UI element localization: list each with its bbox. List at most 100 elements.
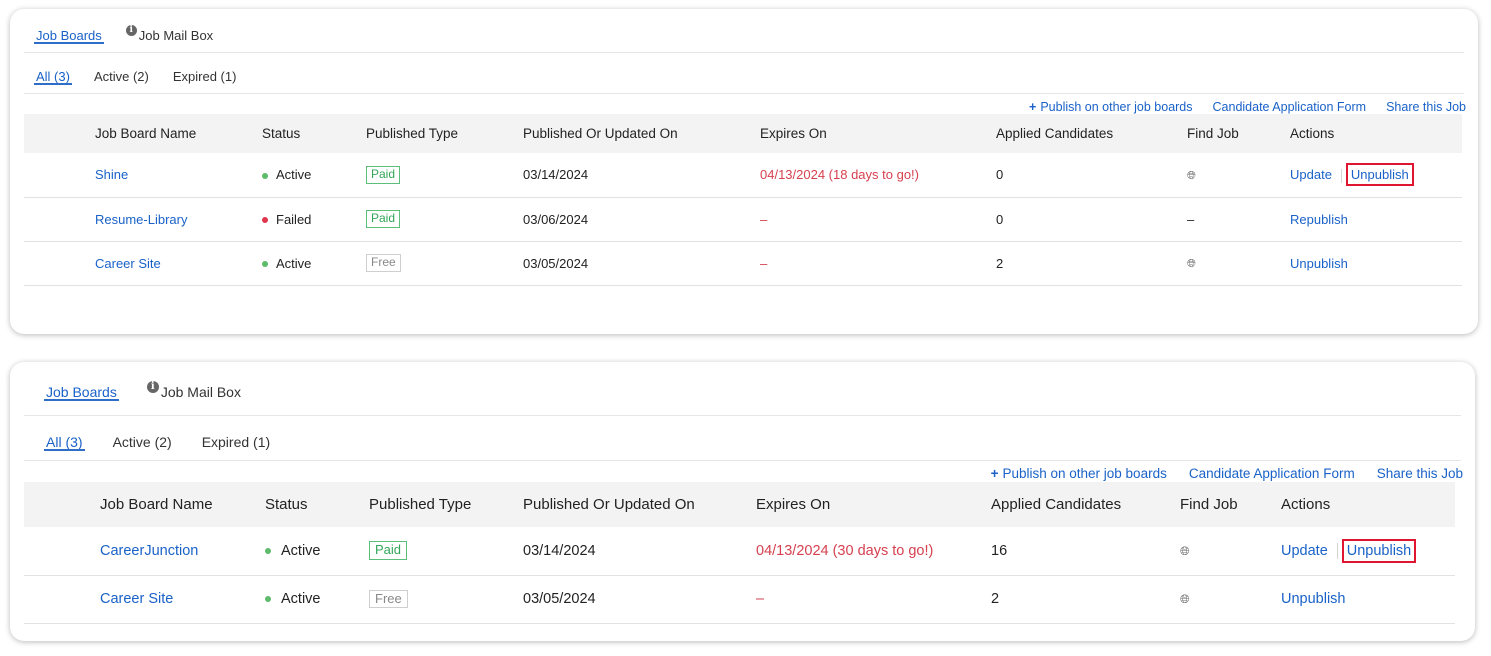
expires-on: –: [756, 575, 991, 624]
job-board-name-link[interactable]: Shine: [95, 167, 128, 182]
status-dot: [265, 547, 271, 554]
filter-tabs: All (3) Active (2) Expired (1): [24, 416, 1461, 461]
divider: [1336, 542, 1338, 559]
applied-candidates: 16: [991, 527, 1180, 576]
column-header: Published Type: [369, 482, 523, 527]
applied-candidates: 0: [996, 197, 1187, 242]
action-links: + Publish on other job boards Candidate A…: [969, 466, 1463, 481]
job-board-name-link[interactable]: CareerJunction: [100, 543, 198, 559]
column-header: Applied Candidates: [991, 482, 1180, 527]
divider: [1340, 168, 1342, 183]
column-header: Expires On: [756, 482, 991, 527]
table-header: Job Board Name Status Published Type Pub…: [24, 114, 1462, 153]
tab-job-boards[interactable]: Job Boards: [44, 384, 119, 401]
published-date: 03/14/2024: [523, 527, 756, 576]
tab-label: Job Mail Box: [138, 28, 214, 43]
published-date: 03/14/2024: [523, 153, 760, 198]
column-header: Actions: [1281, 482, 1455, 527]
column-header: Status: [265, 482, 369, 527]
status-dot: [262, 261, 268, 268]
top-tabs: Job Boards i Job Mail Box: [24, 9, 1464, 53]
share-job-link[interactable]: Share this Job: [1386, 100, 1466, 114]
published-type-badge: Paid: [366, 210, 401, 228]
table-header: Job Board Name Status Published Type Pub…: [24, 482, 1455, 527]
column-header: Job Board Name: [95, 114, 262, 153]
globe-icon[interactable]: 🌐︎: [1187, 258, 1196, 271]
tab-label: Job Mail Box: [160, 384, 241, 400]
candidate-application-form-link[interactable]: Candidate Application Form: [1189, 466, 1355, 481]
info-icon: i: [146, 381, 159, 393]
status-dot: [265, 596, 271, 603]
column-header: Status: [262, 114, 366, 153]
status-text: Active: [281, 591, 321, 607]
column-header: Published Or Updated On: [523, 482, 756, 527]
table-row: CareerJunction Active Paid 03/14/2024 04…: [24, 527, 1455, 576]
globe-icon[interactable]: 🌐︎: [1180, 544, 1190, 559]
filter-expired[interactable]: Expired (1): [202, 434, 270, 450]
status-text: Active: [276, 167, 312, 183]
table-row: Career Site Active Free 03/05/2024 – 2 🌐…: [24, 241, 1462, 286]
column-header: Applied Candidates: [996, 114, 1187, 153]
column-header: Find Job: [1187, 114, 1290, 153]
published-type-badge: Free: [369, 589, 408, 609]
filter-all[interactable]: All (3): [34, 69, 72, 85]
filter-tabs: All (3) Active (2) Expired (1): [24, 53, 1464, 94]
tab-job-boards[interactable]: Job Boards: [34, 28, 104, 44]
status-dot: [262, 217, 268, 224]
filter-all[interactable]: All (3): [44, 434, 85, 451]
column-header: Expires On: [760, 114, 996, 153]
table-row: Shine Active Paid 03/14/2024 04/13/2024 …: [24, 153, 1462, 198]
globe-icon[interactable]: 🌐︎: [1187, 170, 1196, 183]
unpublish-button[interactable]: Unpublish: [1341, 538, 1417, 563]
published-date: 03/06/2024: [523, 197, 760, 242]
unpublish-button[interactable]: Unpublish: [1290, 256, 1348, 271]
job-boards-panel-1: Job Boards i Job Mail Box All (3) Active …: [10, 9, 1478, 334]
status-dot: [262, 172, 268, 179]
share-job-link[interactable]: Share this Job: [1377, 466, 1463, 481]
filter-active[interactable]: Active (2): [113, 434, 172, 450]
job-board-name-link[interactable]: Resume-Library: [95, 212, 187, 227]
published-type-badge: Free: [366, 254, 401, 272]
publish-other-boards-link[interactable]: + Publish on other job boards: [991, 466, 1167, 481]
plus-icon: +: [1029, 100, 1037, 114]
expires-on: 04/13/2024 (18 days to go!): [760, 153, 996, 198]
job-boards-table: Job Board Name Status Published Type Pub…: [24, 114, 1462, 286]
table-row: Career Site Active Free 03/05/2024 – 2 🌐…: [24, 575, 1455, 624]
tab-job-mail-box[interactable]: i Job Mail Box: [146, 381, 241, 400]
expires-on: –: [760, 197, 996, 242]
info-icon: i: [125, 25, 137, 36]
applied-candidates: 0: [996, 153, 1187, 198]
published-date: 03/05/2024: [523, 241, 760, 286]
job-board-name-link[interactable]: Career Site: [95, 256, 161, 271]
tab-job-mail-box[interactable]: i Job Mail Box: [125, 25, 214, 43]
status-text: Active: [281, 542, 321, 559]
column-header: Find Job: [1180, 482, 1281, 527]
republish-button[interactable]: Republish: [1290, 212, 1348, 227]
published-date: 03/05/2024: [523, 575, 756, 624]
published-type-badge: Paid: [366, 165, 401, 184]
filter-active[interactable]: Active (2): [94, 69, 149, 84]
table-row: Resume-Library Failed Paid 03/06/2024 – …: [24, 197, 1462, 242]
applied-candidates: 2: [991, 575, 1180, 624]
globe-icon[interactable]: 🌐︎: [1180, 592, 1190, 607]
column-header: Published Or Updated On: [523, 114, 760, 153]
unpublish-button[interactable]: Unpublish: [1281, 591, 1346, 607]
job-boards-panel-2: Job Boards i Job Mail Box All (3) Active …: [10, 362, 1475, 641]
publish-other-boards-link[interactable]: + Publish on other job boards: [1029, 100, 1193, 114]
column-header: Published Type: [366, 114, 523, 153]
job-boards-table: Job Board Name Status Published Type Pub…: [24, 482, 1455, 624]
status-text: Active: [276, 255, 312, 271]
column-header: Actions: [1290, 114, 1462, 153]
action-links: + Publish on other job boards Candidate A…: [1009, 100, 1466, 114]
expires-on: 04/13/2024 (30 days to go!): [756, 527, 991, 576]
expires-on: –: [760, 241, 996, 286]
unpublish-button[interactable]: Unpublish: [1345, 162, 1414, 186]
candidate-application-form-link[interactable]: Candidate Application Form: [1213, 100, 1367, 114]
link-label: Publish on other job boards: [1040, 100, 1193, 114]
filter-expired[interactable]: Expired (1): [173, 69, 237, 84]
update-button[interactable]: Update: [1281, 543, 1328, 559]
update-button[interactable]: Update: [1290, 167, 1332, 182]
status-text: Failed: [276, 211, 312, 227]
applied-candidates: 2: [996, 241, 1187, 286]
job-board-name-link[interactable]: Career Site: [100, 591, 173, 607]
